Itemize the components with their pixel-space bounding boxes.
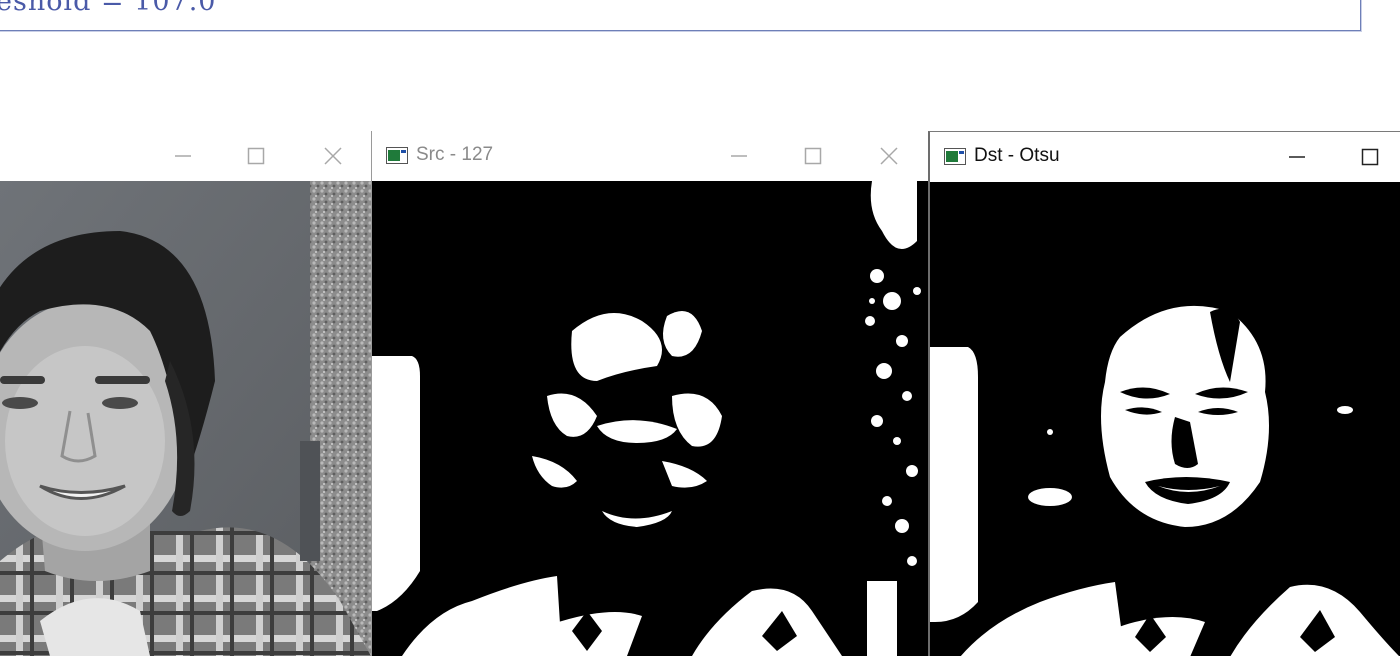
- window-src-127[interactable]: Src - 127: [371, 131, 928, 656]
- titlebar[interactable]: Src - 127: [372, 131, 928, 181]
- minimize-icon[interactable]: [168, 141, 198, 171]
- minimize-icon[interactable]: [1282, 142, 1312, 172]
- console-output: eshold = 107.0: [0, 0, 1361, 31]
- binary-image-otsu: [930, 182, 1400, 656]
- window-title: Dst - Otsu: [974, 145, 1060, 166]
- opencv-window-icon: [944, 148, 966, 165]
- close-icon[interactable]: [318, 141, 348, 171]
- maximize-icon[interactable]: [798, 141, 828, 171]
- opencv-window-icon: [386, 147, 408, 164]
- console-threshold-line: eshold = 107.0: [0, 0, 217, 17]
- window-title: Src - 127: [416, 144, 494, 165]
- window-grayscale[interactable]: [0, 131, 371, 656]
- grayscale-image: [0, 181, 371, 656]
- titlebar[interactable]: [0, 131, 371, 181]
- window-dst-otsu[interactable]: Dst - Otsu: [928, 131, 1400, 656]
- maximize-icon[interactable]: [1355, 142, 1385, 172]
- maximize-icon[interactable]: [241, 141, 271, 171]
- minimize-icon[interactable]: [724, 141, 754, 171]
- close-icon[interactable]: [874, 141, 904, 171]
- binary-image-127: [372, 181, 928, 656]
- titlebar[interactable]: Dst - Otsu: [930, 132, 1400, 182]
